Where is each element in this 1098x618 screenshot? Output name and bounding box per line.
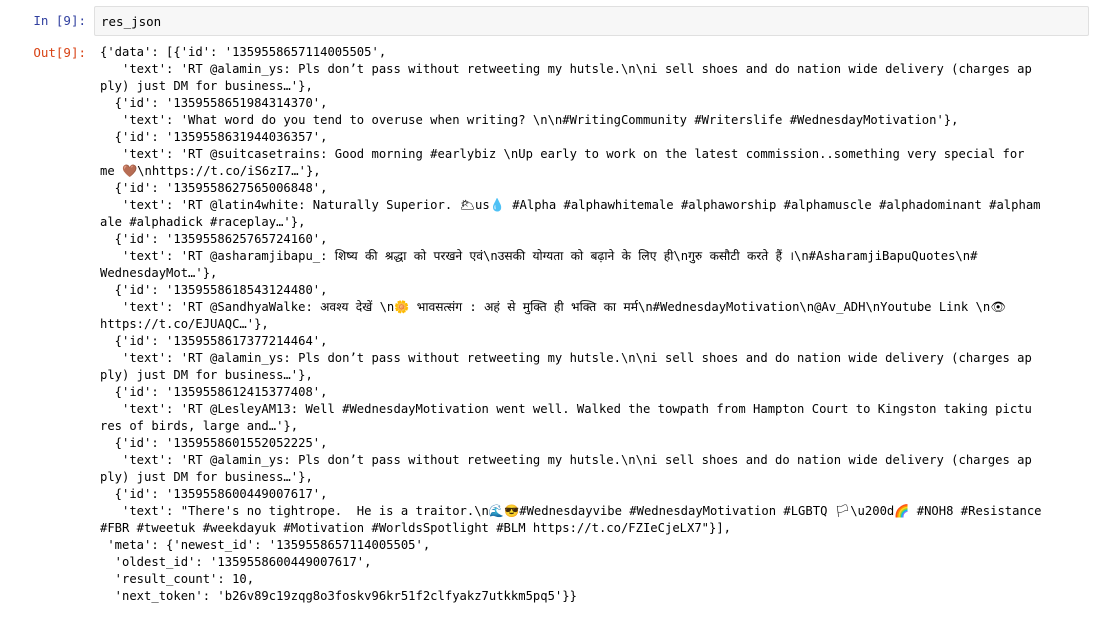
output-line: {'id': '1359558618543124480', [100,283,328,297]
output-line: {'id': '1359558651984314370', [100,96,328,110]
output-line: res of birds, large and…'}, [100,419,299,433]
output-line: 'text': 'RT @alamin_ys: Pls don’t pass w… [100,453,1032,467]
output-line: #FBR #tweetuk #weekdayuk #Motivation #Wo… [100,521,732,535]
output-line: {'id': '1359558631944036357', [100,130,328,144]
output-line: 'result_count': 10, [100,572,255,586]
output-line: 'text': 'RT @alamin_ys: Pls don’t pass w… [100,351,1032,365]
output-line: {'data': [{'id': '1359558657114005505', [100,45,387,59]
output-line: 'text': 'RT @LesleyAM13: Well #Wednesday… [100,402,1032,416]
output-line: 'text': "There's no tightrope. He is a t… [100,504,1042,518]
output-line: {'id': '1359558601552052225', [100,436,328,450]
output-line: 'text': 'RT @latin4white: Naturally Supe… [100,198,1041,212]
output-line: https://t.co/EJUAQC…'}, [100,317,269,331]
output-line: ply) just DM for business…'}, [100,470,313,484]
output-line: ply) just DM for business…'}, [100,79,313,93]
output-line: me 🤎\nhttps://t.co/iS6zI7…'}, [100,164,321,178]
output-line: {'id': '1359558617377214464', [100,334,328,348]
output-line: {'id': '1359558625765724160', [100,232,328,246]
output-line: WednesdayMot…'}, [100,266,218,280]
output-line: {'id': '1359558600449007617', [100,487,328,501]
output-line: 'next_token': 'b26v89c19zqg8o3foskv96kr5… [100,589,577,603]
code-input-text[interactable]: res_json [101,13,161,30]
cell-output: {'data': [{'id': '1359558657114005505', … [100,44,1090,605]
code-input-area[interactable]: res_json [94,6,1089,36]
output-line: 'oldest_id': '1359558600449007617', [100,555,372,569]
output-line: 'text': 'RT @SandhyaWalke: अवश्य देखें \… [100,300,1006,314]
output-line: ply) just DM for business…'}, [100,368,313,382]
output-line: 'text': 'RT @asharamjibapu_: शिष्य की श्… [100,249,978,263]
output-line: 'meta': {'newest_id': '13595586571140055… [100,538,431,552]
output-line: {'id': '1359558627565006848', [100,181,328,195]
output-prompt: Out[9]: [33,45,86,60]
output-line: {'id': '1359558612415377408', [100,385,328,399]
output-line: 'text': 'What word do you tend to overus… [100,113,959,127]
input-prompt: In [9]: [33,13,86,28]
output-line: 'text': 'RT @suitcasetrains: Good mornin… [100,147,1025,161]
output-line: ale #alphadick #raceplay…'}, [100,215,306,229]
output-line: 'text': 'RT @alamin_ys: Pls don’t pass w… [100,62,1032,76]
